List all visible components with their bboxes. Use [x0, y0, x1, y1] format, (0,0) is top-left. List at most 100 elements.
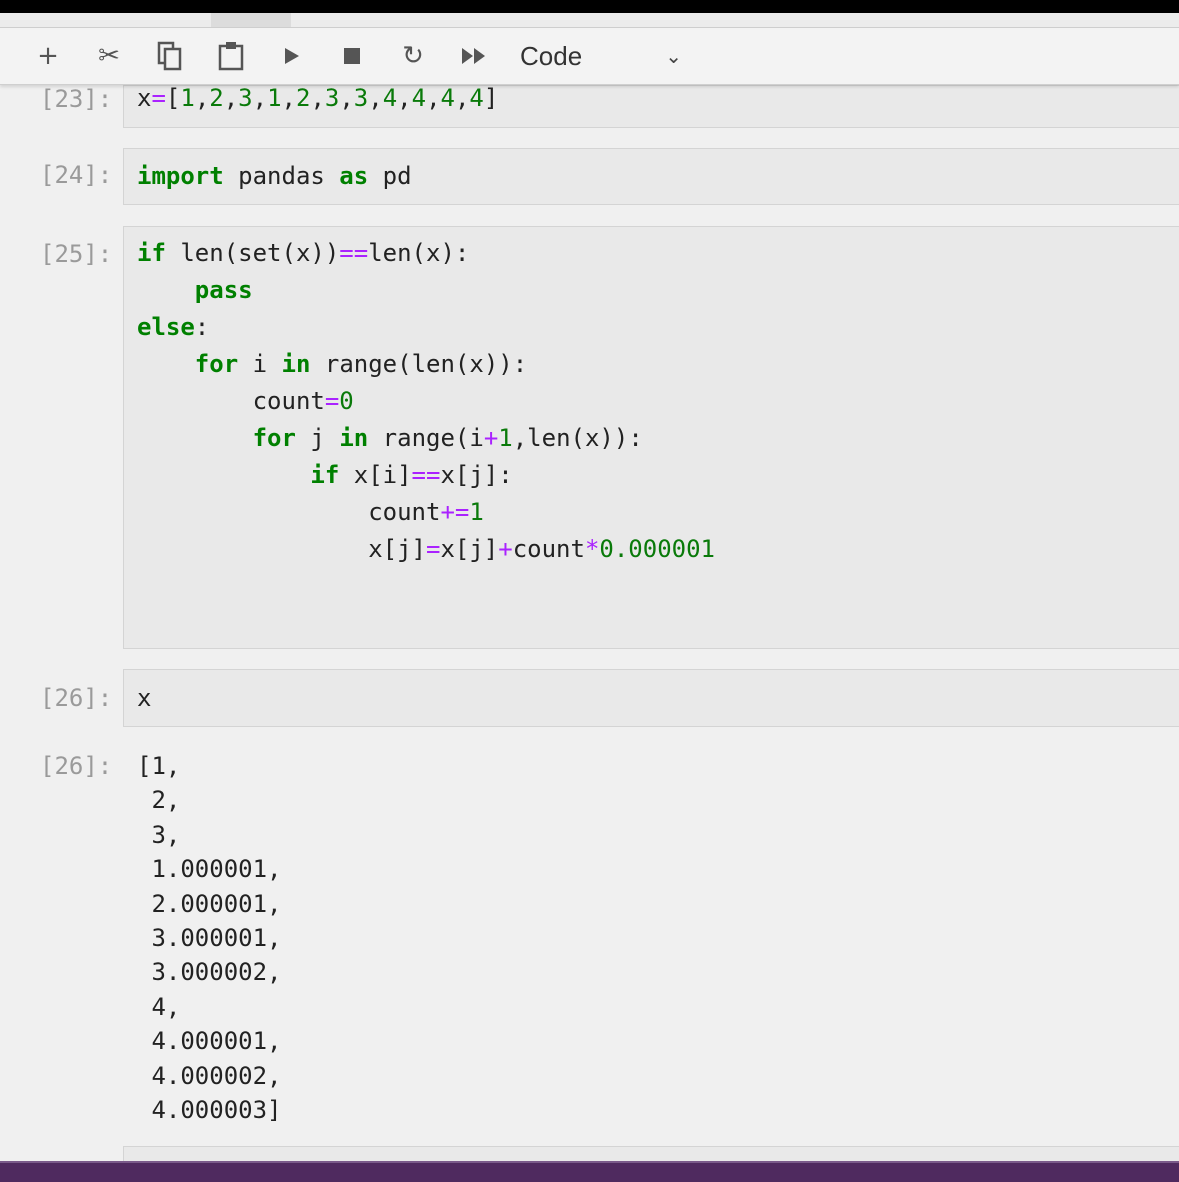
- output-line: 2.000001,: [137, 889, 282, 918]
- cell-code[interactable]: import pandas as pd: [137, 158, 412, 195]
- code-token: count: [137, 498, 441, 526]
- cell-prompt: [26]:: [40, 684, 113, 712]
- code-token: ==: [339, 239, 369, 267]
- cell-code[interactable]: x: [137, 680, 151, 717]
- code-token: ]: [483, 84, 499, 112]
- code-token: if: [310, 461, 340, 489]
- code-token: x: [137, 84, 152, 112]
- plus-icon[interactable]: +: [32, 38, 64, 74]
- cell-prompt: [23]:: [40, 85, 113, 113]
- code-line: x[j]=x[j]+count*0.000001: [137, 531, 715, 568]
- code-token: x: [137, 684, 152, 712]
- code-token: [: [165, 84, 181, 112]
- code-line: for j in range(i+1,len(x)):: [137, 420, 715, 457]
- stop-icon[interactable]: [336, 38, 368, 74]
- output-line: 4.000003]: [137, 1096, 282, 1125]
- output-prompt: [26]:: [40, 752, 113, 780]
- code-token: range(len(x)):: [310, 350, 528, 378]
- code-line: x: [137, 680, 151, 717]
- code-token: +: [498, 535, 513, 563]
- chevron-down-icon: ⌄: [665, 45, 682, 68]
- code-line: count=0: [137, 383, 715, 420]
- code-token: len(set(x)): [165, 239, 340, 267]
- code-token: +=: [440, 498, 470, 526]
- code-token: ,len(x)):: [512, 424, 643, 452]
- code-token: 2: [209, 84, 224, 112]
- code-token: x[j]:: [440, 461, 513, 489]
- cell-type-label: Code: [520, 40, 583, 71]
- code-token: x[j]: [440, 535, 499, 563]
- fast-forward-icon[interactable]: [456, 38, 492, 74]
- code-line: count+=1: [137, 494, 715, 531]
- copy-icon[interactable]: [154, 38, 186, 74]
- output-line: 4.000001,: [137, 1027, 282, 1056]
- code-token: for: [252, 424, 296, 452]
- run-icon[interactable]: [276, 38, 308, 74]
- output-line: [1,: [137, 752, 181, 780]
- output-line: 3,: [137, 820, 181, 849]
- code-token: :: [194, 313, 210, 341]
- code-token: 2: [295, 84, 311, 112]
- code-token: as: [339, 162, 369, 190]
- code-token: ,: [454, 84, 470, 112]
- code-token: pass: [194, 276, 253, 304]
- code-token: count: [512, 535, 585, 563]
- code-line: if len(set(x))==len(x):: [137, 235, 715, 272]
- code-token: range(i: [368, 424, 484, 452]
- code-token: 3: [238, 84, 253, 112]
- code-token: x[i]: [339, 461, 412, 489]
- code-token: i: [238, 350, 282, 378]
- code-token: in: [339, 424, 369, 452]
- code-token: 4: [440, 84, 455, 112]
- code-token: 1: [469, 498, 484, 526]
- code-token: ==: [411, 461, 441, 489]
- output-line: 3.000002,: [137, 958, 282, 987]
- code-token: ,: [368, 84, 383, 112]
- code-token: 0.000001: [599, 535, 715, 563]
- scissors-icon[interactable]: ✂: [92, 38, 126, 74]
- code-token: else: [137, 313, 195, 341]
- window-top-bar: [0, 0, 1179, 13]
- code-token: 4: [411, 84, 427, 112]
- cell-output: [1, 2, 3, 1.000001, 2.000001, 3.000001, …: [137, 749, 282, 1127]
- tab-strip: [0, 13, 1179, 28]
- cell-prompt: [25]:: [40, 240, 113, 268]
- code-token: ,: [426, 84, 441, 112]
- cell-code[interactable]: if len(set(x))==len(x): pass else: for i …: [137, 235, 715, 568]
- code-token: 0: [339, 387, 354, 415]
- output-line: 2,: [137, 786, 181, 815]
- code-token: =: [151, 84, 166, 112]
- code-line: for i in range(len(x)):: [137, 346, 715, 383]
- paste-icon[interactable]: [214, 38, 248, 74]
- taskbar: [0, 1161, 1179, 1182]
- code-token: ,: [310, 84, 325, 112]
- code-token: import: [137, 162, 224, 190]
- code-token: 4: [469, 84, 484, 112]
- code-token: 4: [382, 84, 398, 112]
- cell-prompt: [24]:: [40, 161, 113, 189]
- code-token: ,: [252, 84, 268, 112]
- code-line: if x[i]==x[j]:: [137, 457, 715, 494]
- code-token: =: [324, 387, 340, 415]
- code-token: ,: [223, 84, 239, 112]
- code-token: len(x):: [368, 239, 470, 267]
- code-token: *: [584, 535, 600, 563]
- code-token: 1: [498, 424, 513, 452]
- code-token: j: [295, 424, 340, 452]
- cell-code[interactable]: x=[1,2,3,1,2,3,3,4,4,4,4]: [137, 80, 498, 117]
- code-token: ,: [194, 84, 210, 112]
- code-token: ,: [397, 84, 412, 112]
- output-line: 1.000001,: [137, 855, 282, 884]
- output-line: 4,: [137, 992, 181, 1021]
- code-token: 1: [180, 84, 195, 112]
- notebook-toolbar: + ✂ ↻ Code ⌄: [0, 28, 1179, 85]
- restart-icon[interactable]: ↻: [396, 38, 430, 74]
- tab[interactable]: [211, 13, 291, 27]
- code-token: if: [137, 239, 166, 267]
- cell-type-select[interactable]: Code ⌄: [520, 38, 690, 74]
- code-token: 3: [324, 84, 340, 112]
- code-cell-26[interactable]: [123, 669, 1179, 727]
